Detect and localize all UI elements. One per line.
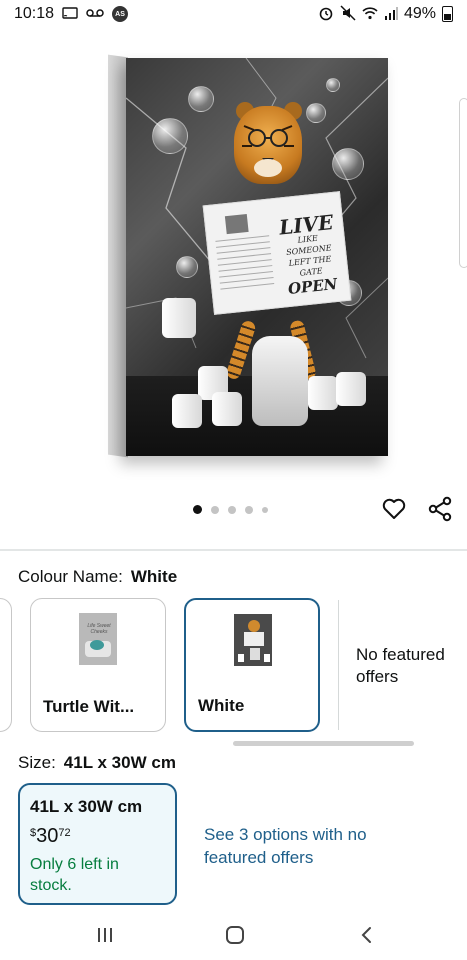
toilet-roll xyxy=(308,376,338,410)
edge-panel-handle[interactable] xyxy=(459,98,467,268)
as-badge-icon: AS xyxy=(112,6,129,22)
carousel-dot[interactable] xyxy=(211,505,219,514)
bubble xyxy=(332,148,364,180)
bubble xyxy=(306,103,326,123)
thumb-text: Life Sweet Cheeks xyxy=(87,623,111,635)
wifi-icon xyxy=(362,6,378,22)
newspaper-columns xyxy=(215,213,275,290)
colour-option-label: White xyxy=(198,696,245,715)
status-bar: 10:18 AS 49% xyxy=(0,0,467,28)
mute-icon xyxy=(340,5,356,23)
colour-name-row: Colour Name: White xyxy=(18,567,177,587)
section-divider xyxy=(0,549,467,551)
bubble xyxy=(176,256,198,278)
size-row: Size: 41L x 30W cm xyxy=(18,753,176,773)
stock-status: Only 6 left in stock. xyxy=(30,856,119,894)
colour-option-white[interactable]: White xyxy=(184,598,320,732)
status-time: 10:18 xyxy=(14,5,55,22)
home-icon[interactable] xyxy=(220,922,250,948)
price: $30 72 xyxy=(30,825,165,848)
options-divider xyxy=(338,600,339,730)
carousel-dot[interactable] xyxy=(245,505,253,514)
heart-icon[interactable] xyxy=(381,496,407,522)
product-image[interactable]: LIVE LIKE SOMEONE LEFT THE GATE OPEN xyxy=(0,28,467,498)
battery-icon xyxy=(442,6,453,22)
canvas-artwork: LIVE LIKE SOMEONE LEFT THE GATE OPEN xyxy=(126,58,388,456)
tiger-face xyxy=(242,125,294,177)
colour-value: White xyxy=(130,567,178,586)
price-whole: 30 xyxy=(36,825,59,847)
size-label: Size: xyxy=(18,753,56,772)
back-icon[interactable] xyxy=(352,922,382,948)
bubble xyxy=(152,118,188,154)
bubble xyxy=(188,86,214,112)
toilet-roll xyxy=(162,298,196,338)
colour-option-label: Turtle Wit... xyxy=(43,697,135,716)
carousel-dot[interactable] xyxy=(228,505,236,514)
carousel-dots[interactable] xyxy=(193,505,268,514)
price-cents: 72 xyxy=(58,827,71,839)
battery-percent: 49% xyxy=(403,5,436,22)
voicemail-icon xyxy=(86,8,104,20)
canvas-edge xyxy=(108,54,128,458)
alarm-icon xyxy=(318,5,334,23)
newspaper: LIVE LIKE SOMEONE LEFT THE GATE OPEN xyxy=(202,191,352,315)
toilet-roll xyxy=(212,392,242,426)
share-icon[interactable] xyxy=(427,496,453,522)
bubble xyxy=(326,78,340,92)
newspaper-headline: LIVE LIKE SOMEONE LEFT THE GATE OPEN xyxy=(275,210,343,299)
carousel-dot[interactable] xyxy=(193,505,202,514)
size-option-title: 41L x 30W cm xyxy=(30,797,143,816)
toilet-roll xyxy=(336,372,366,406)
size-option-card[interactable]: 41L x 30W cm $30 72 Only 6 left in stock. xyxy=(18,783,177,905)
tiger-head xyxy=(234,106,302,184)
turtle-thumbnail xyxy=(79,613,117,665)
screen-cast-icon xyxy=(62,7,78,21)
colour-option-turtle[interactable]: Life Sweet Cheeks Turtle Wit... xyxy=(30,598,166,732)
toilet xyxy=(252,336,308,426)
carousel-dot[interactable] xyxy=(262,506,268,513)
no-featured-offers: No featured offers xyxy=(356,645,445,686)
swatch-scrollbar[interactable] xyxy=(233,741,414,746)
size-value: 41L x 30W cm xyxy=(63,753,176,772)
recent-apps-icon[interactable] xyxy=(90,922,120,948)
signal-icon xyxy=(384,6,398,22)
colour-option-partial[interactable] xyxy=(0,598,12,732)
see-options-link[interactable]: See 3 options with no featured offers xyxy=(204,823,404,869)
toilet-roll xyxy=(172,394,202,428)
system-nav-bar xyxy=(0,912,467,960)
white-thumbnail xyxy=(234,614,272,666)
colour-label: Colour Name: xyxy=(18,567,123,586)
